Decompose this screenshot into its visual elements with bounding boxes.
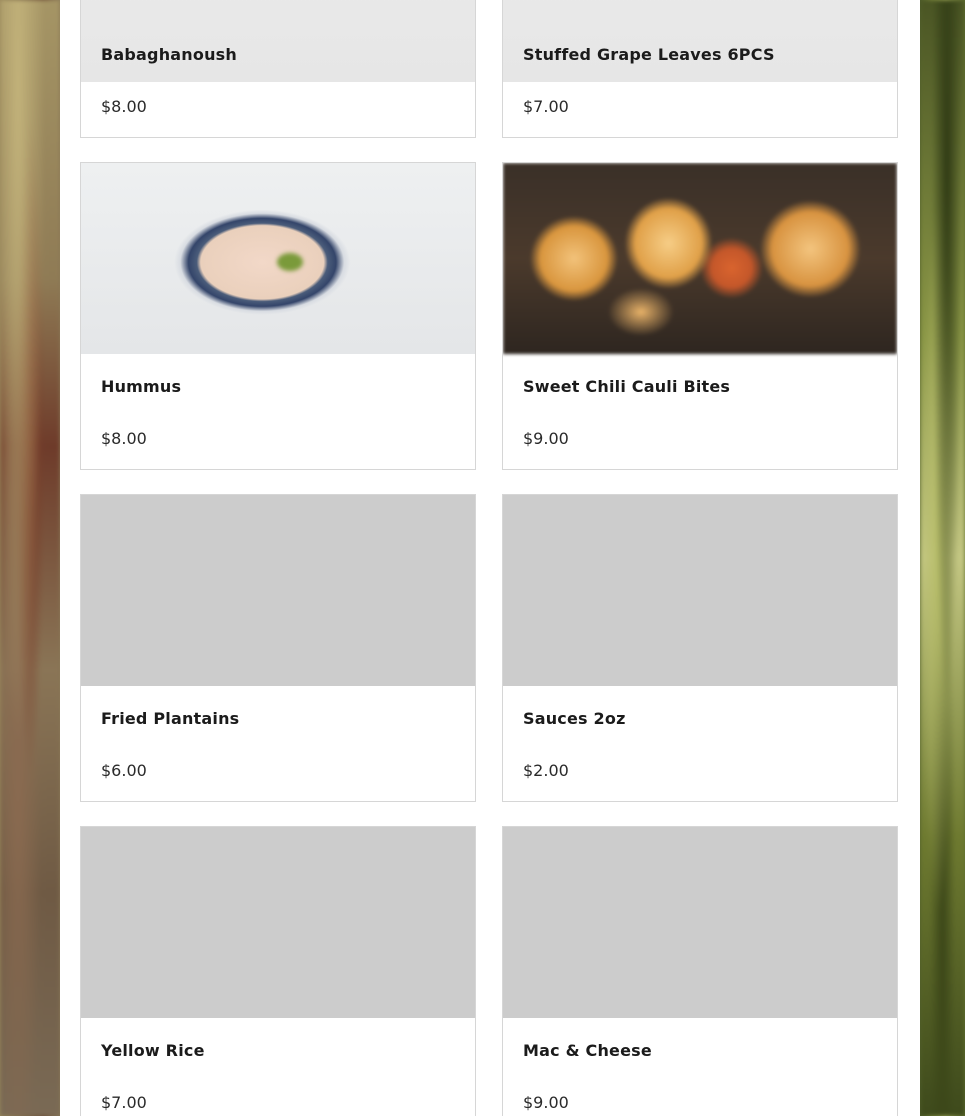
- menu-item-image-placeholder: [503, 827, 897, 1018]
- menu-item-price: $9.00: [523, 1093, 569, 1112]
- menu-item-price: $2.00: [523, 761, 569, 780]
- background-right-photo: [920, 0, 965, 1116]
- menu-item-card-mac-cheese[interactable]: Mac & Cheese $9.00: [502, 826, 898, 1116]
- menu-item-card-cauli-bites[interactable]: Sweet Chili Cauli Bites $9.00: [502, 162, 898, 470]
- menu-item-image: [503, 163, 897, 354]
- menu-item-card-fried-plantains[interactable]: Fried Plantains $6.00: [80, 494, 476, 802]
- menu-panel: Babaghanoush $8.00 Stuffed Grape Leaves …: [60, 0, 920, 1116]
- menu-item-price: $8.00: [101, 429, 147, 448]
- menu-item-image-placeholder: [81, 495, 475, 686]
- menu-item-card-grape-leaves[interactable]: Stuffed Grape Leaves 6PCS $7.00: [502, 0, 898, 138]
- menu-item-price: $7.00: [101, 1093, 147, 1112]
- menu-item-card-hummus[interactable]: Hummus $8.00: [80, 162, 476, 470]
- menu-item-price: $9.00: [523, 429, 569, 448]
- menu-item-title: Fried Plantains: [101, 709, 240, 728]
- menu-item-title: Sauces 2oz: [523, 709, 626, 728]
- background-left-photo: [0, 0, 60, 1116]
- menu-item-image: [81, 0, 475, 82]
- menu-item-title: Babaghanoush: [101, 45, 237, 64]
- menu-item-card-sauces[interactable]: Sauces 2oz $2.00: [502, 494, 898, 802]
- menu-item-title: Hummus: [101, 377, 182, 396]
- menu-item-card-babaghanoush[interactable]: Babaghanoush $8.00: [80, 0, 476, 138]
- menu-item-title: Stuffed Grape Leaves 6PCS: [523, 45, 775, 64]
- menu-item-image-placeholder: [81, 827, 475, 1018]
- menu-item-image: [81, 163, 475, 354]
- menu-item-price: $6.00: [101, 761, 147, 780]
- menu-item-price: $7.00: [523, 97, 569, 116]
- menu-item-card-yellow-rice[interactable]: Yellow Rice $7.00: [80, 826, 476, 1116]
- menu-item-title: Yellow Rice: [101, 1041, 205, 1060]
- garnish-image: [277, 253, 303, 271]
- menu-item-title: Mac & Cheese: [523, 1041, 652, 1060]
- menu-item-image-placeholder: [503, 495, 897, 686]
- menu-item-title: Sweet Chili Cauli Bites: [523, 377, 731, 396]
- menu-item-image: [503, 0, 897, 82]
- menu-item-price: $8.00: [101, 97, 147, 116]
